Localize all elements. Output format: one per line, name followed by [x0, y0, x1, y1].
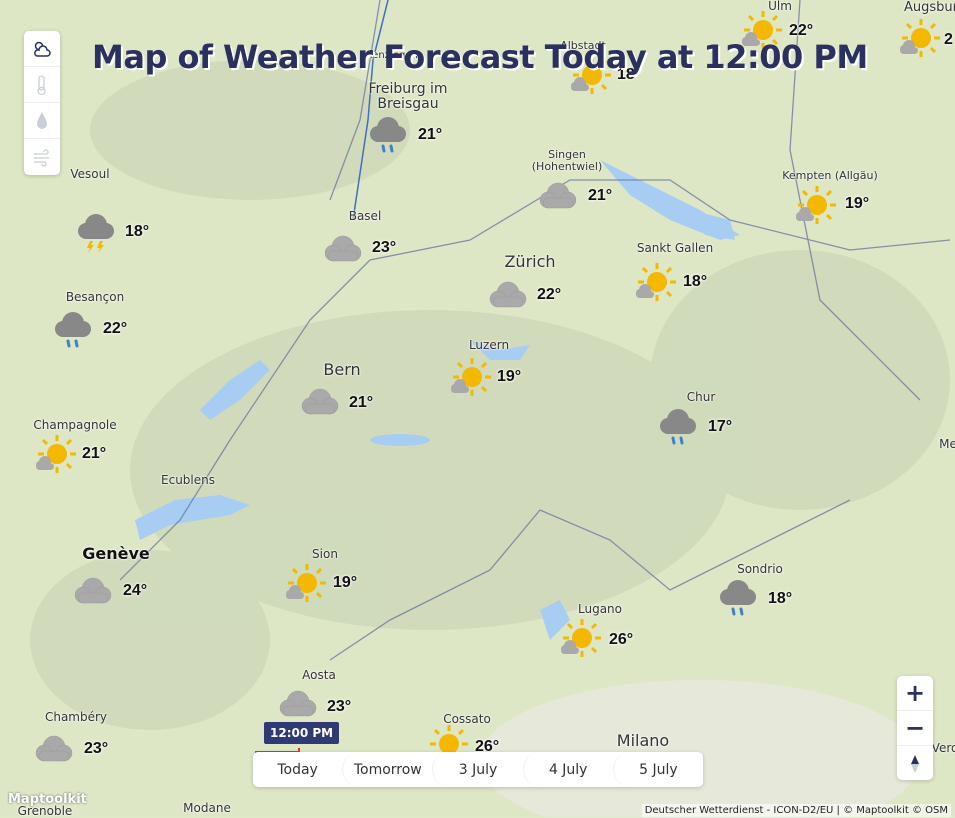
temperature: 19° [497, 368, 522, 385]
partly-sunny-icon[interactable] [447, 354, 493, 400]
page-title: Map of Weather Forecast Today at 12:00 P… [92, 38, 868, 76]
temperature: 19° [845, 195, 870, 212]
weather-icon [34, 41, 51, 57]
place-label: Sankt Gallen [636, 241, 714, 255]
precipitation-drop-icon [37, 111, 47, 129]
cloud-icon[interactable] [535, 174, 581, 220]
tab-3-july[interactable]: 3 July [432, 752, 522, 787]
rain-icon[interactable] [50, 305, 96, 351]
map-background[interactable] [0, 0, 955, 817]
cloud-icon[interactable] [297, 380, 343, 426]
temperature: 22° [537, 286, 562, 303]
temperature: 18° [683, 273, 708, 290]
temperature: 24° [123, 582, 148, 599]
attribution[interactable]: Deutscher Wetterdienst - ICON-D2/EU | © … [641, 804, 951, 817]
temperature: 2 [944, 31, 953, 48]
temperature: 23° [327, 698, 352, 715]
partly-sunny-icon[interactable] [632, 259, 678, 305]
temperature: 26° [609, 631, 634, 648]
partly-sunny-icon[interactable] [896, 15, 942, 61]
place-label: Ecublens [161, 473, 215, 487]
temperature: 17° [708, 418, 733, 435]
maptoolkit-logo: Maptoolkit [8, 792, 87, 807]
place-label: Modane [183, 801, 231, 815]
thunderstorm-icon[interactable] [73, 207, 119, 253]
day-tabs: Today Tomorrow 3 July 4 July 5 July [253, 752, 703, 787]
place-label: Basel [348, 209, 382, 223]
layer-precipitation-button[interactable] [24, 103, 60, 139]
layer-panel [24, 31, 60, 175]
temperature: 21° [82, 445, 107, 462]
layer-weather-button[interactable] [24, 31, 60, 67]
temperature: 23° [84, 740, 109, 757]
place-label: Kempten (Allgäu) [782, 169, 878, 182]
rain-icon[interactable] [715, 573, 761, 619]
time-badge: 12:00 PM [264, 722, 340, 744]
zoom-in-button[interactable]: + [897, 676, 933, 711]
partly-sunny-icon[interactable] [557, 615, 603, 661]
place-label: Freiburg im Breisgau [368, 81, 448, 112]
cloud-icon[interactable] [485, 273, 531, 319]
cloud-icon[interactable] [70, 569, 116, 615]
place-label: Luzern [468, 338, 510, 352]
partly-sunny-icon[interactable] [792, 182, 838, 228]
partly-sunny-icon[interactable] [282, 560, 328, 606]
temperature: 18° [125, 223, 150, 240]
tab-tomorrow[interactable]: Tomorrow [342, 752, 432, 787]
place-label: Chambéry [44, 710, 108, 724]
layer-temperature-button[interactable] [24, 67, 60, 103]
zoom-controls: + − [897, 676, 933, 780]
tab-5-july[interactable]: 5 July [612, 752, 703, 787]
temperature: 23° [372, 239, 397, 256]
temperature: 21° [418, 126, 443, 143]
place-label: Vesoul [70, 167, 110, 181]
wind-icon [34, 149, 49, 167]
tab-4-july[interactable]: 4 July [522, 752, 613, 787]
rain-icon[interactable] [655, 402, 701, 448]
zoom-out-button[interactable]: − [897, 711, 933, 746]
compass-icon [911, 754, 919, 773]
place-label: Vero [931, 741, 955, 755]
temperature: 22° [103, 320, 128, 337]
temperature: 19° [333, 574, 358, 591]
temperature: 18° [768, 590, 793, 607]
place-label: Singen (Hohentwiel) [531, 148, 603, 173]
temperature: 21° [349, 394, 374, 411]
place-label: Bern [323, 360, 361, 379]
compass-button[interactable] [897, 746, 933, 781]
tab-today[interactable]: Today [253, 752, 342, 787]
layer-wind-button[interactable] [24, 139, 60, 175]
place-label: Augsburg [903, 0, 955, 15]
temperature: 21° [588, 187, 613, 204]
place-label: Zürich [504, 252, 556, 271]
cloud-icon[interactable] [31, 727, 77, 773]
place-label: Genève [82, 544, 150, 563]
place-label: Me [939, 437, 955, 451]
cloud-icon[interactable] [320, 227, 366, 273]
place-label: Aosta [302, 668, 336, 682]
place-label: Milano [616, 731, 670, 750]
partly-sunny-icon[interactable] [32, 431, 78, 477]
thermometer-icon [37, 74, 46, 95]
place-label: Besançon [65, 290, 125, 304]
rain-icon[interactable] [365, 110, 411, 156]
